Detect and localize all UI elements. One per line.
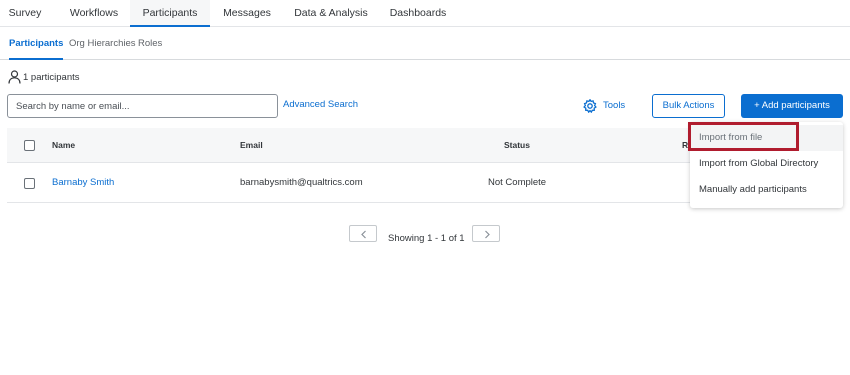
- highlight-box: [688, 122, 799, 151]
- add-participants-button[interactable]: + Add participants: [741, 94, 843, 118]
- menu-item-import-global-directory[interactable]: Import from Global Directory: [690, 151, 843, 177]
- tools-label: Tools: [603, 100, 626, 111]
- menu-item-manually-add[interactable]: Manually add participants: [690, 177, 843, 203]
- subtab-roles[interactable]: Roles: [138, 27, 162, 60]
- participant-count-label: 1 participants: [23, 71, 80, 83]
- search-input[interactable]: [7, 94, 278, 118]
- row-checkbox[interactable]: [24, 178, 35, 189]
- chevron-right-icon: [485, 230, 490, 239]
- tab-workflows[interactable]: Workflows: [58, 0, 130, 27]
- column-header-name[interactable]: Name: [52, 128, 75, 163]
- sub-nav: Participants Org Hierarchies Roles: [0, 27, 850, 60]
- tab-participants[interactable]: Participants: [130, 0, 210, 27]
- bulk-actions-button[interactable]: Bulk Actions: [652, 94, 725, 118]
- participant-email: barnabysmith@qualtrics.com: [240, 177, 363, 188]
- participant-name-link[interactable]: Barnaby Smith: [52, 163, 114, 203]
- participant-status: Not Complete: [488, 177, 547, 188]
- prev-page-button[interactable]: [349, 225, 377, 242]
- column-header-email[interactable]: Email: [240, 128, 263, 163]
- tab-dashboards[interactable]: Dashboards: [382, 0, 454, 27]
- participant-count: 1 participants: [8, 70, 80, 84]
- column-header-status[interactable]: Status: [504, 128, 530, 163]
- top-nav: Survey Workflows Participants Messages D…: [0, 0, 850, 27]
- tab-messages[interactable]: Messages: [214, 0, 280, 27]
- select-all-checkbox[interactable]: [24, 140, 35, 151]
- pagination-info: Showing 1 - 1 of 1: [388, 233, 465, 244]
- tab-data-analysis[interactable]: Data & Analysis: [286, 0, 376, 27]
- chevron-left-icon: [361, 230, 366, 239]
- next-page-button[interactable]: [472, 225, 500, 242]
- subtab-participants[interactable]: Participants: [9, 27, 64, 60]
- subtab-org-hierarchies[interactable]: Org Hierarchies: [69, 27, 136, 60]
- tab-survey[interactable]: Survey: [0, 0, 50, 27]
- person-icon: [8, 70, 21, 84]
- tools-button[interactable]: Tools: [583, 97, 625, 114]
- advanced-search-link[interactable]: Advanced Search: [283, 99, 358, 110]
- gear-icon: [583, 98, 597, 113]
